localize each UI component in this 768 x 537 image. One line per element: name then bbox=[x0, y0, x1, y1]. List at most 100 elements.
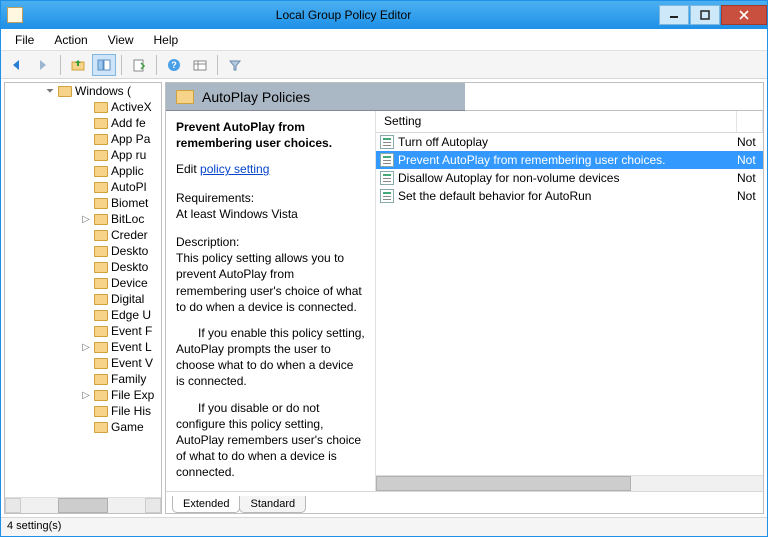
tree-label: Windows ( bbox=[75, 84, 131, 98]
properties-button[interactable] bbox=[188, 54, 212, 76]
toolbar-separator bbox=[60, 55, 61, 75]
scroll-thumb[interactable] bbox=[58, 498, 108, 513]
scroll-left-icon[interactable] bbox=[5, 498, 21, 513]
show-tree-button[interactable] bbox=[92, 54, 116, 76]
policy-icon bbox=[380, 171, 394, 185]
folder-icon bbox=[94, 326, 108, 337]
tree-label: File Exp bbox=[111, 388, 154, 402]
statusbar: 4 setting(s) bbox=[1, 517, 767, 536]
folder-icon bbox=[94, 278, 108, 289]
edit-label: Edit bbox=[176, 162, 200, 176]
close-button[interactable] bbox=[721, 5, 767, 25]
setting-row[interactable]: Turn off AutoplayNot bbox=[376, 133, 763, 151]
tree-node[interactable]: ▷ File Exp bbox=[81, 387, 161, 403]
menu-view[interactable]: View bbox=[98, 31, 144, 49]
tree-label: Event L bbox=[111, 340, 152, 354]
folder-icon bbox=[94, 214, 108, 225]
folder-icon bbox=[94, 246, 108, 257]
tree-pane: ⏷ Windows ( ActiveXAdd fe App Pa App ruApp… bbox=[4, 82, 162, 514]
status-text: 4 setting(s) bbox=[7, 520, 61, 532]
expand-icon[interactable]: ▷ bbox=[81, 342, 91, 353]
tree-label: Deskto bbox=[111, 244, 148, 258]
tree-node[interactable]: Edge U bbox=[81, 307, 161, 323]
expand-icon[interactable]: ▷ bbox=[81, 390, 91, 401]
setting-row[interactable]: Set the default behavior for AutoRunNot bbox=[376, 187, 763, 205]
tree-node[interactable]: App Pa bbox=[81, 131, 161, 147]
tabstrip: Extended Standard bbox=[166, 491, 763, 513]
tree-node[interactable]: Event F bbox=[81, 323, 161, 339]
setting-state: Not bbox=[737, 171, 763, 185]
tree-node[interactable]: Device bbox=[81, 275, 161, 291]
tree-label: Add fe bbox=[111, 116, 146, 130]
folder-icon bbox=[94, 294, 108, 305]
folder-icon bbox=[94, 134, 108, 145]
tree-node[interactable]: Biomet bbox=[81, 195, 161, 211]
folder-icon bbox=[94, 166, 108, 177]
col-setting[interactable]: Setting bbox=[376, 111, 737, 132]
setting-label: Set the default behavior for AutoRun bbox=[398, 189, 733, 203]
tree-label: Game bbox=[111, 420, 144, 434]
tab-standard[interactable]: Standard bbox=[239, 496, 306, 513]
back-button[interactable] bbox=[5, 54, 29, 76]
tree-node[interactable]: Deskto bbox=[81, 259, 161, 275]
help-button[interactable]: ? bbox=[162, 54, 186, 76]
setting-label: Turn off Autoplay bbox=[398, 135, 733, 149]
tree-label: Creder bbox=[111, 228, 148, 242]
scroll-thumb[interactable] bbox=[376, 476, 631, 491]
tree-h-scrollbar[interactable] bbox=[5, 497, 161, 513]
tree-node[interactable]: Event V bbox=[81, 355, 161, 371]
description-label: Description: bbox=[176, 234, 365, 250]
list-h-scrollbar[interactable] bbox=[376, 475, 763, 491]
up-button[interactable] bbox=[66, 54, 90, 76]
tree-node[interactable]: Deskto bbox=[81, 243, 161, 259]
window-title: Local Group Policy Editor bbox=[29, 8, 658, 22]
tree-node[interactable]: Add fe bbox=[81, 115, 161, 131]
col-state[interactable] bbox=[737, 111, 763, 132]
export-button[interactable] bbox=[127, 54, 151, 76]
tree-node[interactable]: Applic bbox=[81, 163, 161, 179]
setting-label: Disallow Autoplay for non-volume devices bbox=[398, 171, 733, 185]
tree-node[interactable]: ActiveX bbox=[81, 99, 161, 115]
tree-node-root[interactable]: ⏷ Windows ( bbox=[45, 83, 161, 99]
filter-button[interactable] bbox=[223, 54, 247, 76]
tree-label: File His bbox=[111, 404, 151, 418]
tree-node[interactable]: AutoPl bbox=[81, 179, 161, 195]
tree-node[interactable]: Digital bbox=[81, 291, 161, 307]
menu-action[interactable]: Action bbox=[44, 31, 97, 49]
column-headers: Setting bbox=[376, 111, 763, 133]
maximize-button[interactable] bbox=[690, 5, 720, 25]
forward-button[interactable] bbox=[31, 54, 55, 76]
toolbar-separator bbox=[156, 55, 157, 75]
collapse-icon[interactable]: ⏷ bbox=[45, 86, 55, 97]
settings-list: Setting Turn off AutoplayNotPrevent Auto… bbox=[376, 111, 763, 491]
scroll-right-icon[interactable] bbox=[145, 498, 161, 513]
edit-policy-link[interactable]: policy setting bbox=[200, 162, 269, 176]
folder-icon bbox=[176, 90, 194, 104]
toolbar-separator bbox=[217, 55, 218, 75]
menu-help[interactable]: Help bbox=[144, 31, 189, 49]
tree-node[interactable]: Creder bbox=[81, 227, 161, 243]
description-p2: If you enable this policy setting, AutoP… bbox=[176, 325, 365, 390]
folder-icon bbox=[94, 102, 108, 113]
folder-icon bbox=[94, 342, 108, 353]
tree-node[interactable]: Game bbox=[81, 419, 161, 435]
setting-row[interactable]: Prevent AutoPlay from remembering user c… bbox=[376, 151, 763, 169]
tree-label: Edge U bbox=[111, 308, 151, 322]
tab-extended[interactable]: Extended bbox=[172, 496, 240, 513]
menu-file[interactable]: File bbox=[5, 31, 44, 49]
tree-label: App ru bbox=[111, 148, 146, 162]
tree-node[interactable]: ▷ Event L bbox=[81, 339, 161, 355]
tree-node[interactable]: Family bbox=[81, 371, 161, 387]
minimize-button[interactable] bbox=[659, 5, 689, 25]
folder-icon bbox=[94, 422, 108, 433]
setting-row[interactable]: Disallow Autoplay for non-volume devices… bbox=[376, 169, 763, 187]
folder-icon bbox=[94, 310, 108, 321]
tree-label: AutoPl bbox=[111, 180, 146, 194]
tree-label: Device bbox=[111, 276, 148, 290]
tree-node[interactable]: ▷BitLoc bbox=[81, 211, 161, 227]
tree-label: App Pa bbox=[111, 132, 150, 146]
tree-node[interactable]: File His bbox=[81, 403, 161, 419]
expand-icon[interactable]: ▷ bbox=[81, 214, 91, 225]
tree-node[interactable]: App ru bbox=[81, 147, 161, 163]
app-icon bbox=[7, 7, 23, 23]
